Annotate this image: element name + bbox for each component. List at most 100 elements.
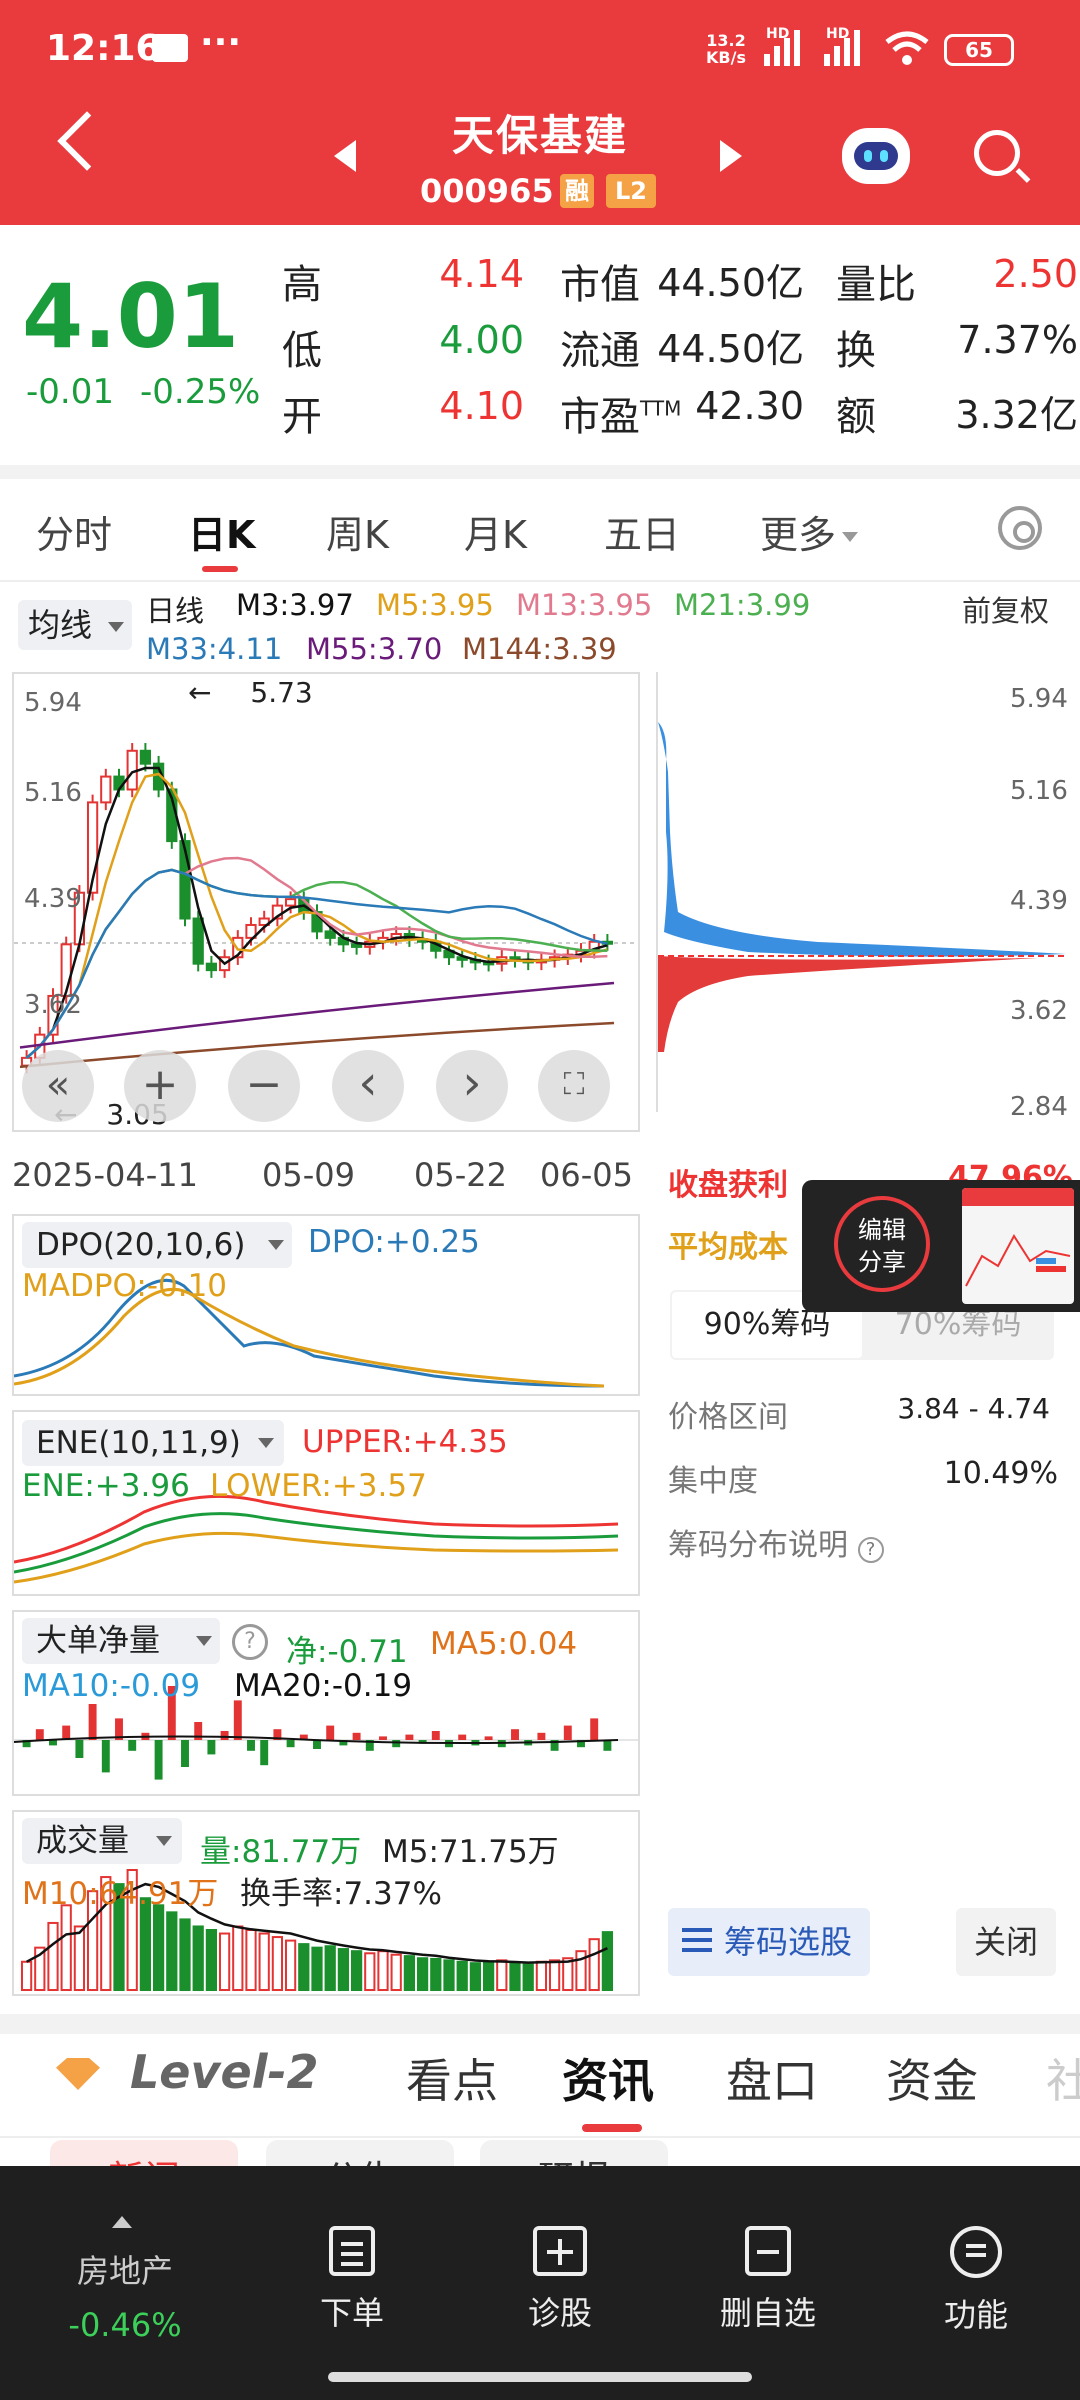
tab-monthly-k[interactable]: 月K [464, 504, 527, 559]
tab-more[interactable]: 更多 [760, 504, 859, 559]
bottom-nav: 房地产 -0.46% 下单 诊股 删自选 功能 [0, 2166, 1080, 2400]
pan-left-button[interactable]: ‹ [332, 1050, 404, 1122]
help-icon[interactable]: ? [232, 1624, 268, 1660]
dpo-value: DPO:+0.25 [308, 1224, 480, 1260]
nav-diagnose-label: 诊股 [527, 2294, 592, 2332]
big-order-bar [35, 1729, 44, 1740]
hd-label-2: HD [826, 26, 850, 42]
tabs-divider [0, 2136, 1080, 2138]
tab-weekly-k[interactable]: 周K [326, 504, 389, 559]
big-order-net: 净:-0.71 [286, 1634, 408, 1670]
nav-place-order[interactable]: 下单 [282, 2226, 422, 2334]
big-order-bar [537, 1732, 546, 1740]
tab-community[interactable]: 社 [1046, 2045, 1080, 2111]
fullscreen-button[interactable]: ⛶ [538, 1050, 610, 1122]
active-tab-indicator [202, 566, 238, 572]
candle [324, 930, 336, 939]
volume-bar [258, 1932, 270, 1991]
volume-bar [535, 1960, 548, 1992]
zoom-rewind-button[interactable]: « [22, 1050, 94, 1122]
xlabel-0: 2025-04-11 [12, 1156, 198, 1194]
nav-functions-label: 功能 [943, 2296, 1008, 2334]
chip-pick-button[interactable]: 筹码选股 [668, 1908, 870, 1976]
dpo-selector[interactable]: DPO(20,10,6) [22, 1222, 292, 1268]
ma-line-144 [19, 1021, 615, 1069]
floating-share-widget[interactable]: 编辑 分享 [802, 1180, 1080, 1312]
adjust-mode[interactable]: 前复权 [962, 588, 1049, 630]
volume-turnover-text: 换手率:7.37% [240, 1876, 442, 1912]
big-order-bar [313, 1740, 321, 1749]
big-order-bar [233, 1700, 242, 1740]
screenshot-thumbnail[interactable] [962, 1188, 1074, 1304]
volume-bar [548, 1959, 561, 1991]
big-order-name: 大单净量 [36, 1623, 160, 1659]
nav-diagnose[interactable]: 诊股 [490, 2226, 630, 2334]
tab-intraday[interactable]: 分时 [36, 504, 112, 559]
zoom-in-button[interactable]: + [124, 1050, 196, 1122]
list-icon [682, 1928, 712, 1932]
pan-right-button[interactable]: › [436, 1050, 508, 1122]
volume-selector[interactable]: 成交量 [22, 1818, 182, 1864]
chip-close-button[interactable]: 关闭 [956, 1908, 1056, 1976]
period-label: 日线 [146, 594, 205, 628]
chip-explain-link[interactable]: 筹码分布说明 ? [668, 1520, 884, 1564]
remove-watchlist-icon [745, 2226, 791, 2276]
ene-lower: LOWER:+3.57 [210, 1468, 427, 1504]
ma-m33: M33:4.11 [146, 632, 283, 666]
tab-highlights[interactable]: 看点 [406, 2045, 498, 2111]
big-order-bar [326, 1725, 335, 1740]
big-order-bar [207, 1740, 216, 1755]
tab-funds[interactable]: 资金 [886, 2045, 978, 2111]
tab-five-day[interactable]: 五日 [604, 504, 680, 559]
ma-selector[interactable]: 均线 [18, 600, 132, 650]
search-icon[interactable] [974, 130, 1020, 176]
vol-ratio-value: 2.50 [993, 252, 1078, 296]
settings-icon[interactable] [998, 506, 1042, 550]
edit-share-button[interactable]: 编辑 分享 [834, 1196, 930, 1292]
zoom-out-button[interactable]: − [228, 1050, 300, 1122]
tab-orderbook[interactable]: 盘口 [726, 2045, 818, 2111]
big-order-bar [379, 1736, 387, 1740]
sector-change: -0.46% [68, 2306, 182, 2344]
stock-name: 天保基建 [451, 111, 628, 160]
volume-bar [588, 1938, 600, 1991]
big-order-bar [352, 1732, 361, 1740]
xlabel-3: 06-05 [540, 1156, 633, 1194]
ene-selector[interactable]: ENE(10,11,9) [22, 1420, 284, 1466]
stock-code: 000965 [420, 172, 554, 210]
big-order-selector[interactable]: 大单净量 [22, 1618, 220, 1664]
chip-ytick: 5.94 [1010, 684, 1068, 714]
section-divider [0, 2014, 1080, 2034]
tabs-divider [0, 580, 1080, 582]
pe-label: 市盈TTM [560, 384, 681, 442]
volume-value: 量:81.77万 [200, 1834, 362, 1870]
volume-bar [73, 1925, 86, 1991]
chevron-down-icon [258, 1438, 274, 1448]
tab-daily-k[interactable]: 日K [188, 504, 255, 559]
next-stock-arrow[interactable] [720, 140, 742, 172]
ene-upper: UPPER:+4.35 [302, 1424, 508, 1460]
nav-remove-watchlist-label: 删自选 [719, 2294, 816, 2332]
top-bar: 12:16 ··· 13.2 KB/s HD HD 65 天保基建 000965 … [0, 0, 1080, 225]
tab-level2[interactable]: Level-2 [130, 2045, 319, 2099]
candle [284, 898, 297, 907]
chevron-down-icon [156, 1836, 172, 1846]
robot-assistant-icon[interactable] [842, 128, 910, 184]
volume-bar [20, 1960, 33, 1992]
price-change: -0.01 [26, 372, 114, 412]
level2-badge: L2 [606, 174, 656, 208]
volume-bar [403, 1955, 416, 1991]
active-bottom-tab-indicator [582, 2124, 642, 2132]
volume-bar [482, 1960, 495, 1992]
big-order-bar [484, 1736, 493, 1740]
turnover-value: 7.37% [957, 318, 1078, 362]
sector-name[interactable]: 房地产 [40, 2246, 210, 2292]
float-value: 44.50亿 [657, 327, 804, 371]
volume-bar [337, 1948, 350, 1991]
tab-news[interactable]: 资讯 [562, 2045, 654, 2111]
home-indicator[interactable] [328, 2372, 752, 2382]
battery-icon: 65 [944, 34, 1014, 66]
nav-remove-watchlist[interactable]: 删自选 [698, 2226, 838, 2334]
nav-functions[interactable]: 功能 [906, 2226, 1046, 2336]
candle [139, 749, 152, 765]
